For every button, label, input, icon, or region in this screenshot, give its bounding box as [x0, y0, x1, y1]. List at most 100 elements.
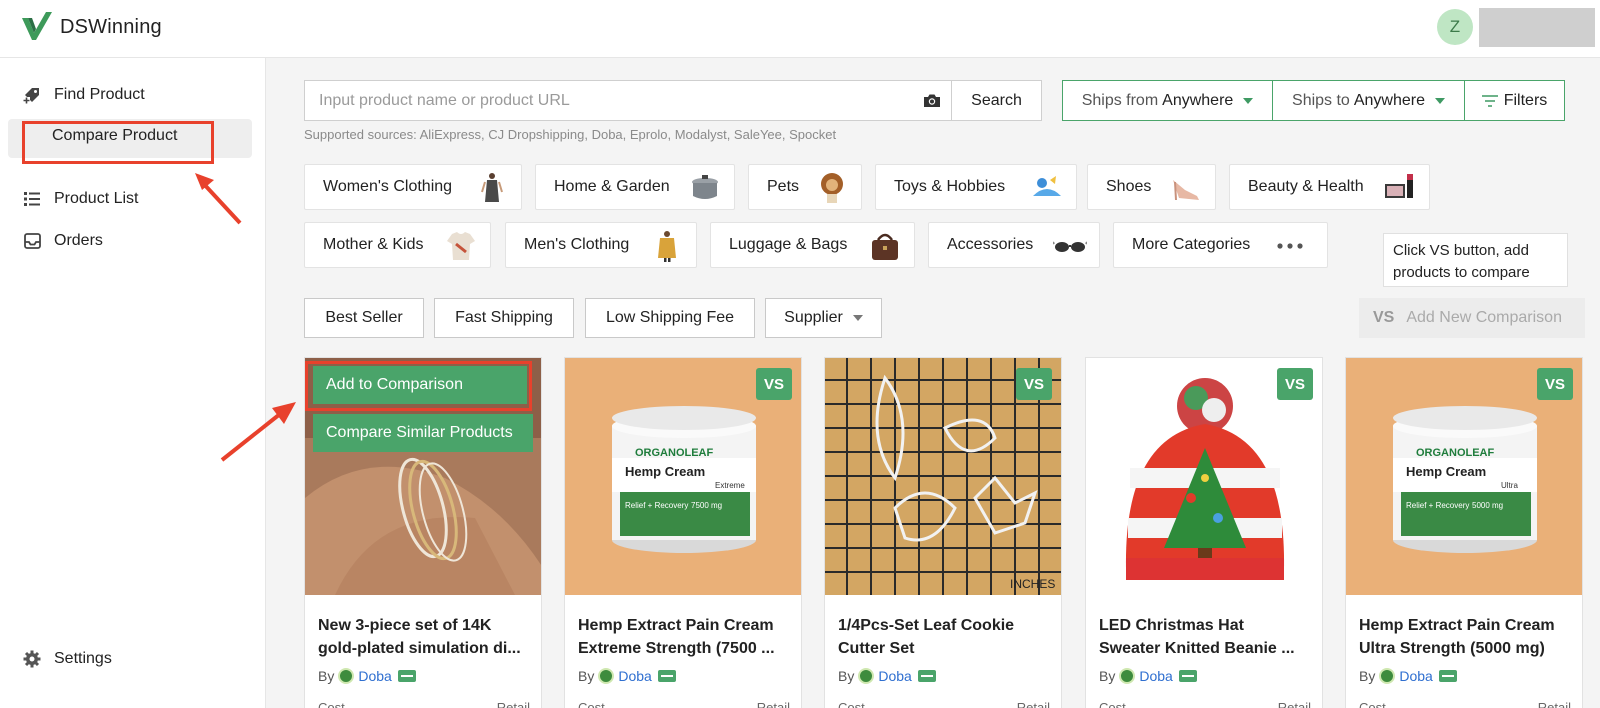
vs-button[interactable]: VS	[1016, 368, 1052, 400]
top-header: DSWinning Z	[0, 0, 1600, 58]
ships-to-dropdown[interactable]: Ships to Anywhere	[1273, 81, 1465, 120]
category-toys-hobbies[interactable]: Toys & Hobbies	[875, 164, 1077, 210]
category-beauty-health[interactable]: Beauty & Health	[1229, 164, 1430, 210]
user-account-box[interactable]	[1479, 8, 1595, 47]
category-luggage-bags[interactable]: Luggage & Bags	[710, 222, 915, 268]
sidebar-item-product-list[interactable]: Product List	[22, 189, 138, 209]
doba-logo-icon	[1379, 668, 1396, 684]
product-title[interactable]: LED Christmas Hat Sweater Knitted Beanie…	[1099, 614, 1314, 660]
ships-from-label: Ships from	[1081, 91, 1159, 109]
brand-name: DSWinning	[60, 15, 162, 38]
low-shipping-fee-button[interactable]: Low Shipping Fee	[585, 298, 755, 338]
category-mens-clothing[interactable]: Men's Clothing	[505, 222, 697, 268]
supplier-info: By Doba	[578, 668, 676, 684]
ships-from-dropdown[interactable]: Ships from Anywhere	[1063, 81, 1273, 120]
category-label: Luggage & Bags	[729, 236, 848, 253]
product-title[interactable]: Hemp Extract Pain Cream Extreme Strength…	[578, 614, 793, 660]
payment-card-icon	[1438, 670, 1457, 682]
supplier-info: By Doba	[1359, 668, 1457, 684]
category-pets[interactable]: Pets	[748, 164, 862, 210]
category-label: Accessories	[947, 236, 1034, 253]
category-label: Men's Clothing	[524, 236, 630, 253]
fast-shipping-button[interactable]: Fast Shipping	[434, 298, 574, 338]
title-line: gold-plated simulation di...	[318, 640, 521, 657]
more-dots-icon	[1277, 243, 1303, 249]
price-labels: Cost Retail	[318, 700, 530, 708]
title-line: Ultra Strength (5000 mg)	[1359, 640, 1545, 657]
cost-label: Cost	[578, 700, 605, 708]
vs-button[interactable]: VS	[1277, 368, 1313, 400]
product-label-text: Hemp Cream	[625, 464, 705, 479]
best-seller-button[interactable]: Best Seller	[304, 298, 424, 338]
supplier-info: By Doba	[1099, 668, 1197, 684]
supplier-link[interactable]: Doba	[618, 668, 651, 684]
camera-icon[interactable]	[913, 81, 951, 120]
toy-icon	[1033, 176, 1061, 196]
compare-product-highlight	[22, 121, 214, 164]
logo[interactable]: DSWinning	[20, 10, 162, 44]
brand-logo-text: ORGANOLEAF	[635, 447, 714, 459]
product-card[interactable]: VS LED Christmas Hat Sweater Knitted Bea…	[1085, 357, 1323, 708]
compare-similar-products-button[interactable]: Compare Similar Products	[313, 414, 533, 452]
vs-button[interactable]: VS	[1537, 368, 1573, 400]
product-title[interactable]: New 3-piece set of 14K gold-plated simul…	[318, 614, 533, 660]
retail-label: Retail	[496, 700, 530, 708]
doba-logo-icon	[858, 668, 875, 684]
category-more-categories[interactable]: More Categories	[1113, 222, 1328, 268]
title-line: 1/4Pcs-Set Leaf Cookie	[838, 617, 1015, 634]
product-card[interactable]: ORGANOLEAF Hemp Cream Ultra Relief + Rec…	[1345, 357, 1583, 708]
caret-down-icon	[1243, 97, 1254, 104]
category-label: Mother & Kids	[323, 236, 424, 253]
title-line: Hemp Extract Pain Cream	[1359, 617, 1555, 634]
category-shoes[interactable]: Shoes	[1087, 164, 1216, 210]
category-womens-clothing[interactable]: Women's Clothing	[304, 164, 522, 210]
by-label: By	[1099, 668, 1116, 684]
lion-icon	[821, 173, 843, 203]
sidebar-item-find-product[interactable]: Find Product	[22, 85, 145, 105]
payment-card-icon	[657, 670, 676, 682]
search-button[interactable]: Search	[951, 81, 1041, 120]
add-new-comparison-button[interactable]: VS Add New Comparison	[1359, 298, 1585, 338]
sidebar-item-label: Find Product	[54, 86, 145, 103]
payment-card-icon	[917, 670, 936, 682]
by-label: By	[838, 668, 855, 684]
category-accessories[interactable]: Accessories	[928, 222, 1100, 268]
filters-button[interactable]: Filters	[1465, 81, 1564, 120]
by-label: By	[318, 668, 335, 684]
cost-label: Cost	[1359, 700, 1386, 708]
payment-card-icon	[397, 670, 416, 682]
supplier-info: By Doba	[838, 668, 936, 684]
supplier-link[interactable]: Doba	[1139, 668, 1172, 684]
sidebar-item-orders[interactable]: Orders	[22, 231, 103, 251]
supplier-label: Supplier	[784, 309, 843, 326]
supplier-link[interactable]: Doba	[1399, 668, 1432, 684]
product-card[interactable]: ORGANOLEAF Hemp Cream Extreme Relief + R…	[564, 357, 802, 708]
tshirt-icon	[447, 232, 475, 260]
product-card[interactable]: INCHES VS 1/4Pcs-Set Leaf Cookie Cutter …	[824, 357, 1062, 708]
sidebar-item-settings[interactable]: Settings	[22, 649, 112, 669]
pot-icon	[692, 175, 718, 199]
supplier-link[interactable]: Doba	[358, 668, 391, 684]
shipping-filter-group: Ships from Anywhere Ships to Anywhere Filt…	[1062, 80, 1565, 121]
category-label: Shoes	[1106, 178, 1152, 195]
product-title[interactable]: Hemp Extract Pain Cream Ultra Strength (…	[1359, 614, 1574, 660]
ships-to-value: Anywhere	[1353, 91, 1425, 109]
list-icon	[22, 189, 42, 209]
doba-logo-icon	[338, 668, 355, 684]
ships-from-value: Anywhere	[1162, 91, 1234, 109]
product-title[interactable]: 1/4Pcs-Set Leaf Cookie Cutter Set	[838, 614, 1053, 660]
heel-shoe-icon	[1173, 180, 1199, 201]
supplier-dropdown[interactable]: Supplier	[765, 298, 882, 338]
price-labels: Cost Retail	[1099, 700, 1311, 708]
product-mg-text: 5000 mg	[1472, 501, 1503, 510]
search-input[interactable]	[305, 81, 913, 120]
jacket-icon	[658, 231, 676, 262]
supplier-link[interactable]: Doba	[878, 668, 911, 684]
avatar[interactable]: Z	[1437, 9, 1473, 45]
category-mother-kids[interactable]: Mother & Kids	[304, 222, 491, 268]
category-home-garden[interactable]: Home & Garden	[535, 164, 735, 210]
handbag-icon	[872, 233, 898, 260]
retail-label: Retail	[1537, 700, 1571, 708]
vs-button[interactable]: VS	[756, 368, 792, 400]
brand-logo-text: ORGANOLEAF	[1416, 447, 1495, 459]
